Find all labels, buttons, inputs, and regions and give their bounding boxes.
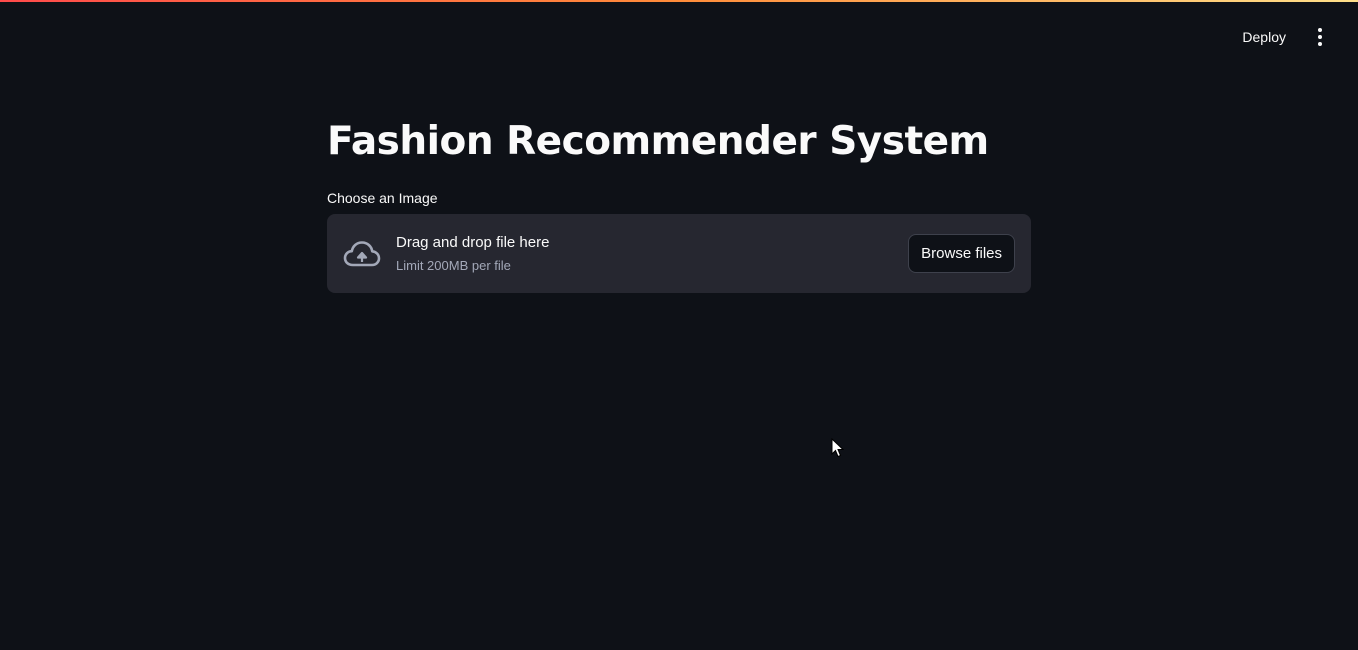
main-menu-button[interactable] bbox=[1308, 23, 1332, 51]
file-size-limit: Limit 200MB per file bbox=[396, 257, 511, 273]
cloud-upload-icon bbox=[343, 239, 381, 269]
main-content: Fashion Recommender System Choose an Ima… bbox=[327, 114, 1031, 293]
toolbar: Deploy bbox=[1232, 22, 1332, 52]
streamlit-app: Deploy Fashion Recommender System Choose… bbox=[0, 0, 1358, 650]
browse-files-button[interactable]: Browse files bbox=[908, 234, 1015, 273]
vertical-ellipsis-icon bbox=[1318, 28, 1322, 32]
dropzone-instructions: Drag and drop file here Limit 200MB per … bbox=[396, 233, 908, 275]
file-uploader-label: Choose an Image bbox=[327, 190, 438, 206]
dropzone-title: Drag and drop file here bbox=[396, 233, 550, 251]
top-decoration-bar bbox=[0, 0, 1358, 2]
page-title: Fashion Recommender System bbox=[327, 119, 989, 164]
mouse-pointer-icon bbox=[831, 438, 844, 458]
file-dropzone[interactable]: Drag and drop file here Limit 200MB per … bbox=[327, 214, 1031, 293]
deploy-button[interactable]: Deploy bbox=[1232, 23, 1296, 51]
